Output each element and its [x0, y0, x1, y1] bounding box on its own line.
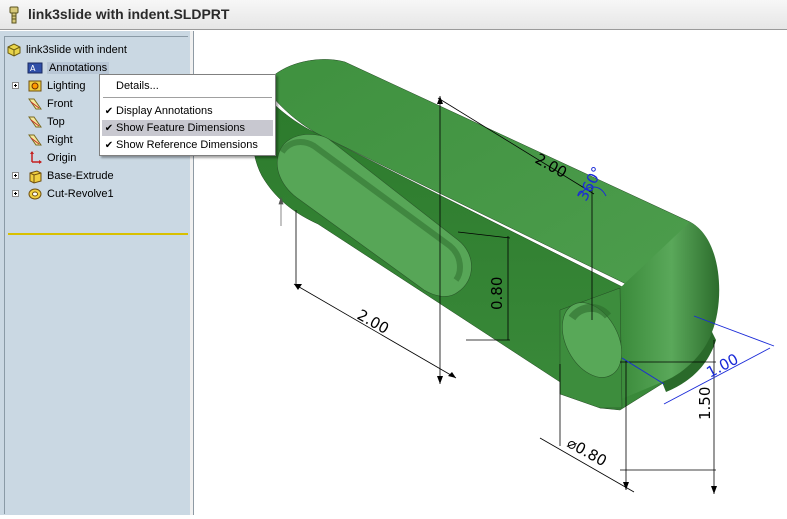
part-model-view: 2.00 2.00 0.80 360° 1.00 1.50 ⌀0.80	[252, 59, 775, 494]
dimension-height[interactable]: 1.50	[696, 387, 714, 420]
context-menu[interactable]: Details... ✔ Display Annotations ✔ Show …	[99, 74, 276, 156]
tree-item-label: Lighting	[47, 79, 86, 92]
plane-icon	[27, 114, 43, 130]
tree-item-lighting[interactable]: Lighting	[27, 77, 86, 94]
tree-item-label: Right	[47, 133, 73, 146]
tree-item-label: Base-Extrude	[47, 169, 114, 182]
part-file-icon	[6, 6, 22, 24]
window-title: link3slide with indent.SLDPRT	[28, 6, 230, 22]
menu-item-display-annotations[interactable]: ✔ Display Annotations	[102, 103, 273, 119]
expand-lighting-toggle[interactable]	[12, 82, 19, 89]
checkmark-icon: ✔	[104, 139, 114, 151]
menu-item-show-feature-dimensions[interactable]: ✔ Show Feature Dimensions	[102, 120, 273, 136]
tree-item-top[interactable]: Top	[27, 113, 65, 130]
dimension-slot-length[interactable]: 2.00	[354, 306, 392, 338]
expand-cut-revolve-toggle[interactable]	[12, 190, 19, 197]
graphics-viewport[interactable]: 2.00 2.00 0.80 360° 1.00 1.50 ⌀0.80	[196, 31, 787, 515]
tree-item-origin[interactable]: Origin	[27, 149, 76, 166]
menu-item-label: Show Reference Dimensions	[116, 139, 258, 151]
tree-item-right[interactable]: Right	[27, 131, 73, 148]
extrude-icon	[27, 168, 43, 184]
svg-text:A: A	[30, 64, 36, 73]
tree-item-label: Origin	[47, 151, 77, 164]
tree-item-label: Front	[47, 97, 73, 110]
tree-root-label: link3slide with indent	[26, 43, 127, 56]
plane-icon	[27, 96, 43, 112]
checkmark-icon: ✔	[104, 122, 114, 134]
origin-icon	[27, 150, 43, 166]
lighting-icon	[27, 78, 43, 94]
annotations-icon: A	[27, 60, 43, 76]
plane-icon	[27, 132, 43, 148]
menu-item-show-reference-dimensions[interactable]: ✔ Show Reference Dimensions	[102, 137, 273, 153]
dimension-slot-width[interactable]: 0.80	[488, 277, 506, 310]
checkmark-icon: ✔	[104, 105, 114, 117]
tree-root[interactable]: link3slide with indent	[6, 41, 127, 58]
tree-item-front[interactable]: Front	[27, 95, 73, 112]
menu-separator	[103, 97, 272, 98]
menu-item-label: Display Annotations	[116, 105, 213, 117]
window-titlebar[interactable]: link3slide with indent.SLDPRT	[0, 0, 787, 30]
tree-item-label: Top	[47, 115, 65, 128]
expand-base-extrude-toggle[interactable]	[12, 172, 19, 179]
tree-item-label: Annotations	[47, 61, 110, 74]
rollback-bar[interactable]	[8, 233, 188, 235]
menu-item-label: Show Feature Dimensions	[116, 122, 246, 134]
origin-marker-icon	[278, 196, 284, 226]
revolve-icon	[27, 186, 43, 202]
menu-item-label: Details...	[116, 80, 159, 92]
tree-item-base-extrude[interactable]: Base-Extrude	[27, 167, 114, 184]
tree-item-cut-revolve1[interactable]: Cut-Revolve1	[27, 185, 114, 202]
tree-item-label: Cut-Revolve1	[47, 187, 114, 200]
tree-item-annotations[interactable]: A Annotations	[27, 59, 110, 76]
part-root-icon	[6, 42, 22, 58]
menu-item-details[interactable]: Details...	[102, 78, 273, 94]
